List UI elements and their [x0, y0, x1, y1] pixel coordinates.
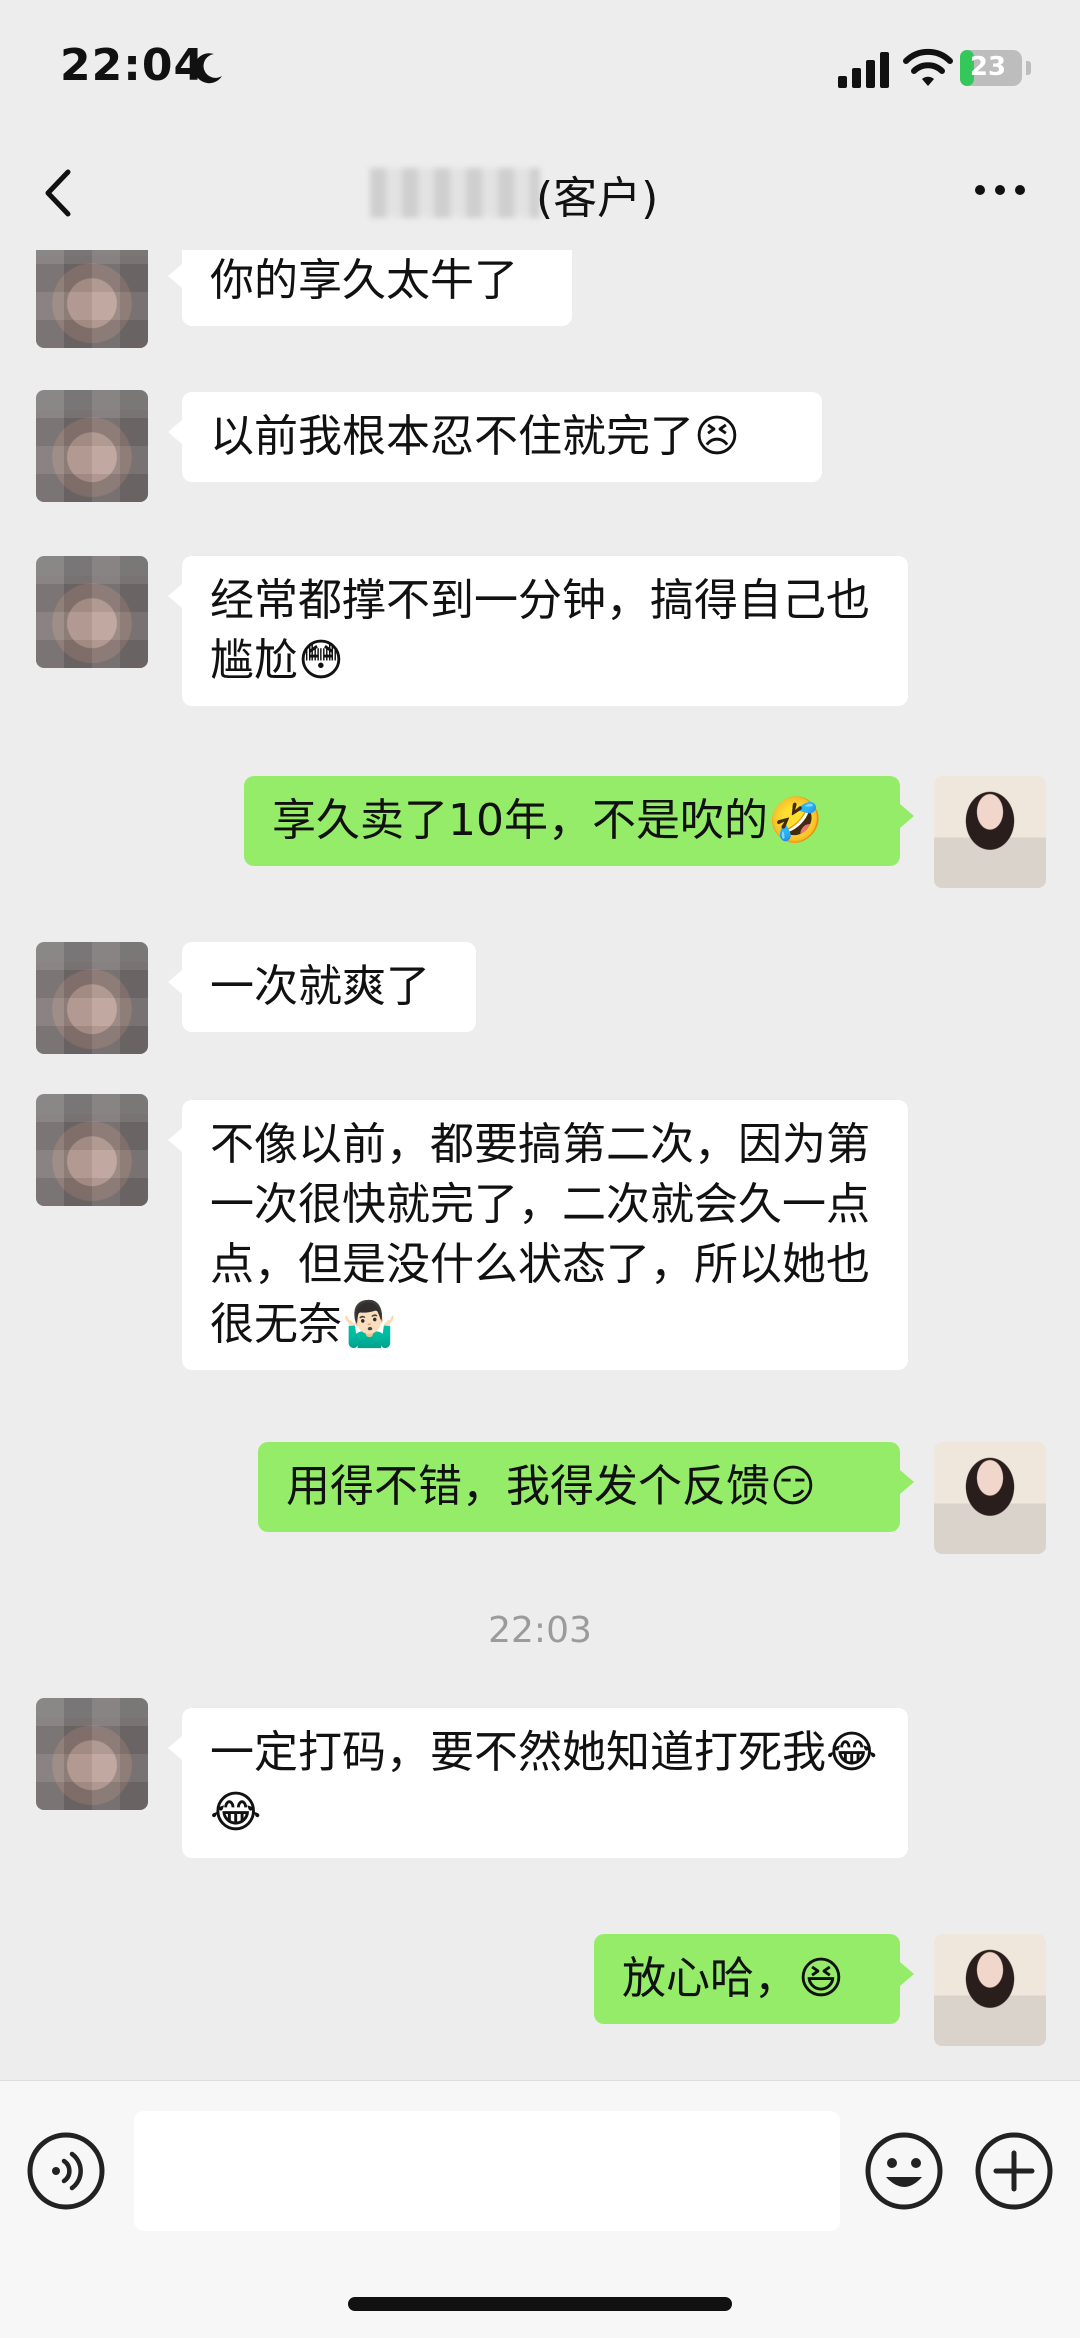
cellular-signal-icon — [838, 52, 889, 88]
emoji-icon[interactable] — [864, 2131, 944, 2211]
message-bubble-incoming[interactable]: 不像以前，都要搞第二次，因为第一次很快就完了，二次就会久一点点，但是没什么状态了… — [168, 1100, 908, 1370]
contact-name-redacted — [370, 168, 540, 218]
plus-icon[interactable] — [974, 2131, 1054, 2211]
contact-avatar[interactable] — [36, 556, 148, 668]
message-input[interactable] — [134, 2111, 840, 2231]
message-bubble-outgoing[interactable]: 用得不错，我得发个反馈😏 — [258, 1442, 914, 1532]
contact-avatar[interactable] — [36, 390, 148, 502]
message-bubble-incoming[interactable]: 一次就爽了 — [168, 942, 476, 1032]
message-bubble-outgoing[interactable]: 放心哈，😆 — [594, 1934, 914, 2024]
contact-avatar[interactable] — [36, 1094, 148, 1206]
home-indicator[interactable] — [348, 2297, 732, 2311]
my-avatar[interactable] — [934, 776, 1046, 888]
contact-avatar[interactable] — [36, 942, 148, 1054]
status-time: 22:04 — [60, 40, 206, 91]
message-list[interactable]: 你的享久太牛了 以前我根本忍不住就完了😣 经常都撑不到一分钟，搞得自己也尴尬😳 … — [0, 250, 1080, 2080]
more-options-icon[interactable] — [972, 180, 1028, 200]
message-bubble-outgoing[interactable]: 享久卖了10年，不是吹的🤣 — [244, 776, 914, 866]
contact-avatar[interactable] — [36, 250, 148, 348]
message-bubble-incoming[interactable]: 经常都撑不到一分钟，搞得自己也尴尬😳 — [168, 556, 908, 706]
contact-avatar[interactable] — [36, 1698, 148, 1810]
chat-header: (客户) — [0, 140, 1080, 250]
contact-tag: (客户) — [536, 173, 659, 224]
status-bar: 22:04 23 — [0, 0, 1080, 140]
battery-level-text: 23 — [969, 52, 1007, 82]
time-divider: 22:03 — [488, 1610, 592, 1651]
battery-indicator: 23 — [960, 50, 1022, 86]
back-chevron-icon[interactable] — [40, 166, 76, 220]
my-avatar[interactable] — [934, 1442, 1046, 1554]
message-bubble-incoming[interactable]: 一定打码，要不然她知道打死我😂😂 — [168, 1708, 908, 1858]
battery-cap — [1026, 61, 1031, 75]
input-bar — [0, 2080, 1080, 2338]
voice-input-icon[interactable] — [26, 2131, 106, 2211]
message-bubble-incoming[interactable]: 以前我根本忍不住就完了😣 — [168, 392, 822, 482]
moon-icon — [194, 53, 222, 84]
my-avatar[interactable] — [934, 1934, 1046, 2046]
message-bubble-incoming[interactable]: 你的享久太牛了 — [168, 250, 572, 326]
wifi-icon — [903, 48, 953, 86]
